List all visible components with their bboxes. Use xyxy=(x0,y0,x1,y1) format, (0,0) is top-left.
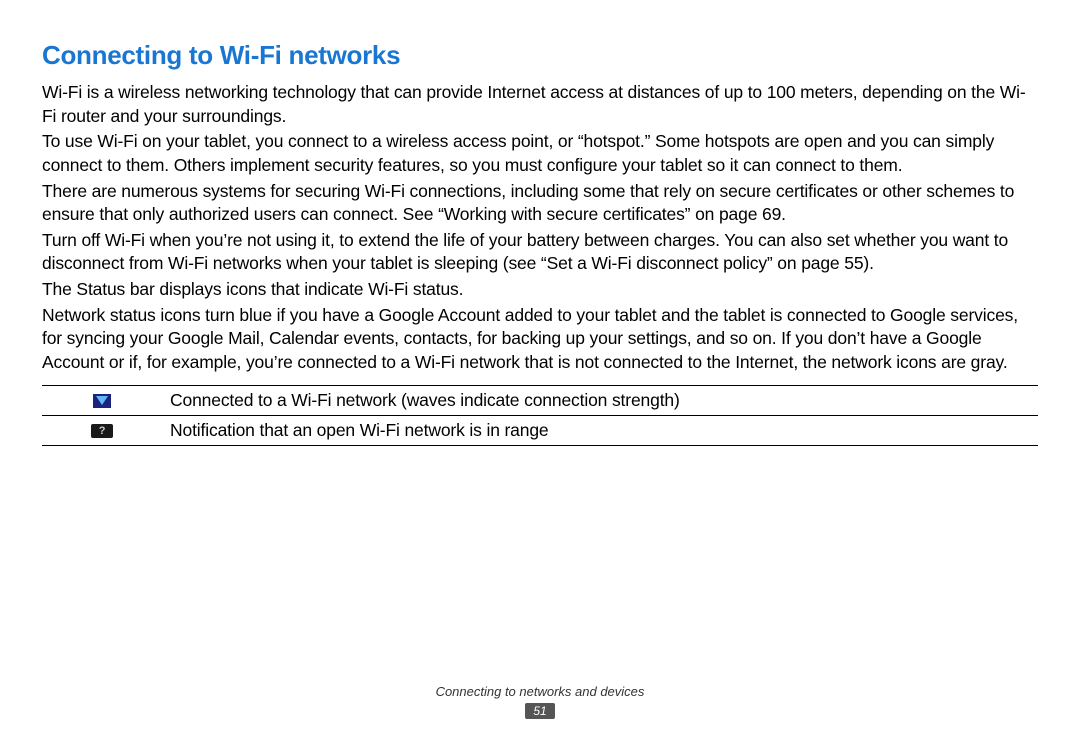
paragraph: Turn off Wi-Fi when you’re not using it,… xyxy=(42,229,1038,276)
status-description: Connected to a Wi-Fi network (waves indi… xyxy=(162,385,1038,415)
wifi-open-notification-icon: ? xyxy=(91,424,113,438)
wifi-connected-icon xyxy=(93,394,111,408)
page-footer: Connecting to networks and devices 51 xyxy=(0,684,1080,720)
page-number: 51 xyxy=(525,703,554,719)
section-heading: Connecting to Wi-Fi networks xyxy=(42,40,1038,71)
paragraph: The Status bar displays icons that indic… xyxy=(42,278,1038,302)
footer-section-title: Connecting to networks and devices xyxy=(0,684,1080,699)
icon-cell: ? xyxy=(42,415,162,445)
paragraph: To use Wi-Fi on your tablet, you connect… xyxy=(42,130,1038,177)
status-description: Notification that an open Wi-Fi network … xyxy=(162,415,1038,445)
paragraph: There are numerous systems for securing … xyxy=(42,180,1038,227)
table-row: Connected to a Wi-Fi network (waves indi… xyxy=(42,385,1038,415)
paragraph: Network status icons turn blue if you ha… xyxy=(42,304,1038,375)
wifi-status-table: Connected to a Wi-Fi network (waves indi… xyxy=(42,385,1038,446)
table-row: ? Notification that an open Wi-Fi networ… xyxy=(42,415,1038,445)
paragraph: Wi-Fi is a wireless networking technolog… xyxy=(42,81,1038,128)
icon-cell xyxy=(42,385,162,415)
